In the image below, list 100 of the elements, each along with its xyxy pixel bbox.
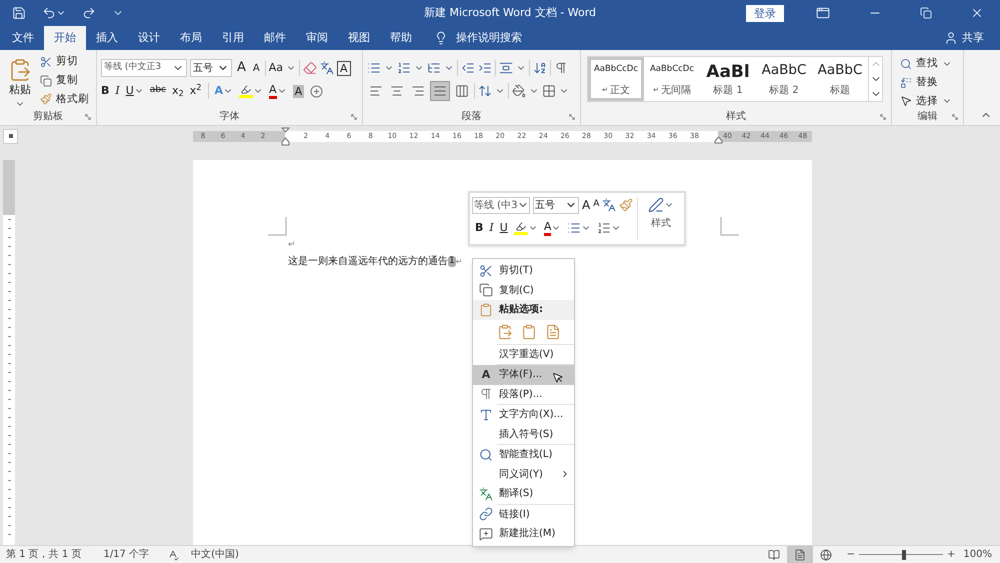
zoom-slider-thumb[interactable] — [902, 550, 906, 560]
asian-layout-icon[interactable] — [499, 61, 513, 75]
replace-button[interactable]: 替换 — [916, 74, 938, 90]
ribbon-tab[interactable]: 布局 — [170, 26, 212, 50]
styles-icon[interactable] — [648, 197, 664, 213]
tab-selector[interactable] — [3, 128, 18, 144]
menu-item[interactable]: 插入符号(S) — [473, 424, 574, 444]
ribbon-display-icon[interactable] — [816, 6, 830, 20]
print-layout-icon[interactable] — [786, 546, 813, 563]
indent-marker-icon[interactable] — [714, 136, 723, 144]
numbering-icon[interactable] — [597, 221, 612, 236]
italic-button[interactable]: I — [489, 220, 494, 236]
highlighter-icon[interactable] — [514, 221, 528, 236]
dialog-launcher-icon[interactable] — [84, 113, 92, 121]
phonetic-guide-icon[interactable] — [602, 198, 616, 212]
zoom-out-button[interactable]: − — [846, 547, 856, 562]
paste-button[interactable]: 粘贴 — [9, 82, 31, 98]
font-size-dropdown[interactable]: 五号 — [533, 196, 579, 214]
select-button[interactable]: 选择 — [916, 94, 938, 110]
save-icon[interactable] — [12, 6, 26, 20]
underline-button[interactable]: U — [500, 220, 508, 236]
ribbon-tab[interactable]: 引用 — [212, 26, 254, 50]
font-size-dropdown[interactable]: 五号 — [190, 59, 232, 77]
ribbon-tab[interactable]: 插入 — [86, 26, 128, 50]
dialog-launcher-icon[interactable] — [350, 113, 358, 121]
font-name-dropdown[interactable]: 等线 (中3 — [472, 196, 530, 214]
font-name-dropdown[interactable]: 等线 (中文正3 — [101, 59, 187, 77]
menu-item[interactable]: 链接(I) — [473, 504, 574, 524]
zoom-level[interactable]: 100% — [963, 547, 992, 562]
share-button[interactable]: 共享 — [962, 30, 984, 46]
menu-item[interactable]: 翻译(S) — [473, 484, 574, 504]
multilevel-list-icon[interactable] — [427, 61, 441, 75]
change-case-button[interactable]: Aa — [268, 60, 284, 76]
paste-keep-format-icon[interactable] — [497, 324, 513, 340]
tell-me-search[interactable]: 操作说明搜索 — [456, 30, 522, 46]
find-button[interactable]: 查找 — [916, 56, 938, 72]
menu-item[interactable]: 智能查找(L) — [473, 445, 574, 464]
font-color-button[interactable]: A — [544, 220, 552, 236]
increase-indent-icon[interactable] — [478, 61, 492, 75]
cut-button[interactable]: 剪切 — [56, 54, 78, 70]
subscript-button[interactable]: x$_{2}$ — [172, 82, 184, 100]
shrink-font-button[interactable]: A — [250, 60, 262, 76]
dialog-launcher-icon[interactable] — [568, 113, 576, 121]
menu-item[interactable]: 剪切(T) — [473, 261, 574, 280]
undo-icon[interactable] — [42, 6, 56, 20]
menu-item[interactable]: 同义词(Y) — [473, 464, 574, 484]
font-color-button[interactable]: A — [269, 84, 277, 98]
menu-item[interactable]: 段落(P)... — [473, 384, 574, 404]
character-border-button[interactable]: A — [337, 60, 351, 76]
pilcrow-icon[interactable] — [554, 61, 568, 75]
ribbon-tab[interactable]: 开始 — [44, 26, 86, 50]
redo-icon[interactable] — [82, 6, 96, 20]
style-item[interactable]: AaBbC 标题 2 — [756, 57, 812, 101]
sign-in-button[interactable]: 登录 — [746, 4, 784, 22]
menu-item[interactable]: 汉字重选(V) — [473, 344, 574, 364]
style-item[interactable]: AaBl 标题 1 — [700, 57, 756, 101]
paste-merge-icon[interactable] — [521, 324, 537, 340]
style-item[interactable]: AaBbC 标题 — [812, 57, 868, 101]
paste-text-only-icon[interactable] — [545, 324, 561, 340]
borders-icon[interactable] — [542, 84, 556, 98]
restore-icon[interactable] — [920, 7, 932, 19]
menu-item[interactable]: 新建批注(M) — [473, 524, 574, 544]
bold-button[interactable]: B — [101, 82, 110, 100]
phonetic-guide-icon[interactable] — [320, 61, 334, 75]
menu-item[interactable]: 复制(C) — [473, 280, 574, 300]
sort-icon[interactable] — [533, 61, 547, 75]
underline-button[interactable]: U — [126, 82, 134, 100]
format-painter-button[interactable]: 格式刷 — [56, 92, 89, 108]
numbering-icon[interactable] — [397, 61, 411, 75]
line-spacing-icon[interactable] — [478, 84, 492, 98]
ribbon-tab[interactable]: 邮件 — [254, 26, 296, 50]
zoom-in-button[interactable]: + — [947, 547, 956, 562]
strikethrough-button[interactable]: abc — [150, 84, 166, 98]
shrink-font-button[interactable]: A — [593, 198, 600, 212]
eraser-icon[interactable] — [303, 61, 318, 75]
character-shading-button[interactable]: A — [292, 84, 304, 98]
ribbon-tab[interactable]: 设计 — [128, 26, 170, 50]
italic-button[interactable]: I — [115, 82, 120, 100]
enclose-characters-icon[interactable] — [310, 84, 324, 98]
grow-font-button[interactable]: A — [582, 196, 590, 214]
justify-icon[interactable] — [430, 81, 450, 101]
ribbon-tab[interactable]: 帮助 — [380, 26, 422, 50]
paint-bucket-icon[interactable] — [512, 84, 526, 98]
superscript-button[interactable]: x$^{2}$ — [190, 82, 202, 100]
menu-item[interactable]: A 字体(F)... — [473, 365, 574, 384]
paintbrush-icon[interactable] — [619, 198, 634, 212]
bold-button[interactable]: B — [475, 220, 484, 236]
highlighter-icon[interactable] — [239, 84, 254, 98]
styles-button[interactable]: 样式 — [651, 216, 672, 231]
close-icon[interactable] — [970, 6, 984, 20]
decrease-indent-icon[interactable] — [461, 61, 475, 75]
menu-item[interactable]: 文字方向(X)... — [473, 405, 574, 424]
ribbon-tab[interactable]: 文件 — [2, 26, 44, 50]
zoom-slider[interactable] — [859, 548, 944, 560]
indent-marker-icon[interactable] — [281, 126, 290, 146]
copy-button[interactable]: 复制 — [56, 72, 78, 88]
ribbon-tab[interactable]: 视图 — [338, 26, 380, 50]
dialog-launcher-icon[interactable] — [951, 113, 959, 121]
ribbon-tab[interactable]: 审阅 — [296, 26, 338, 50]
grow-font-button[interactable]: A — [235, 58, 248, 78]
